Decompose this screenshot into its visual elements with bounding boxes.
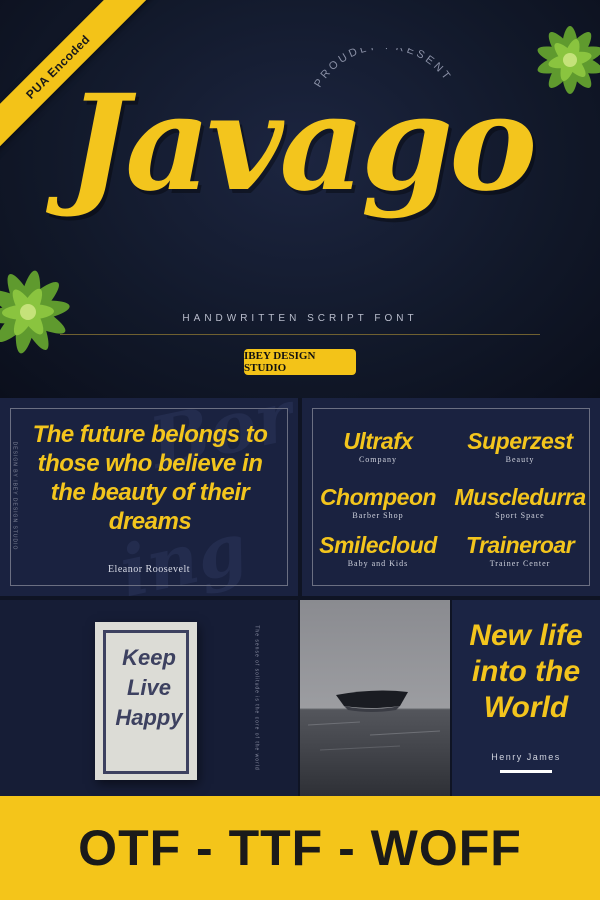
new-life-line: into the xyxy=(471,655,581,688)
new-life-line: New life xyxy=(469,619,583,652)
boat-photo-panel xyxy=(300,600,450,796)
logo-muscledurra: Muscledurra Sport Space xyxy=(450,484,590,520)
logo-name: Chompeon xyxy=(319,484,437,510)
poster-line: Keep xyxy=(122,645,176,670)
logo-chompeon: Chompeon Barber Shop xyxy=(308,484,448,520)
logo-smilecloud: Smilecloud Baby and Kids xyxy=(308,532,448,568)
new-life-line: World xyxy=(483,691,569,724)
poster-line: Live xyxy=(126,675,172,700)
hero-divider xyxy=(60,334,540,335)
poster-side-text: The sense of solitude is the core of the… xyxy=(253,625,260,771)
succulent-plant-left-icon xyxy=(0,270,70,354)
file-formats-banner: OTF - TTF - WOFF xyxy=(0,796,600,900)
poster-panel: Keep Live Happy The sense of solitude is… xyxy=(0,600,298,796)
logo-tagline: Baby and Kids xyxy=(347,559,409,568)
logo-superzest: Superzest Beauty xyxy=(450,428,590,464)
font-subtitle: HANDWRITTEN SCRIPT FONT xyxy=(182,313,418,324)
file-formats-text: OTF - TTF - WOFF xyxy=(78,820,522,876)
logo-tagline: Company xyxy=(358,455,398,464)
new-life-panel: New life into the World Henry James xyxy=(452,600,600,796)
logo-name: Superzest xyxy=(467,428,573,454)
quote-author: Eleanor Roosevelt xyxy=(107,564,191,575)
poster-border: Keep Live Happy xyxy=(103,630,189,774)
logo-name: Traineroar xyxy=(465,532,575,558)
quote-panel: Bor ing DESIGN BY IBEY DESIGN STUDIO The… xyxy=(0,398,298,596)
logo-ultrafx: Ultrafx Company xyxy=(308,428,448,464)
poster-lettering: Keep Live Happy xyxy=(106,643,192,733)
hero-section: PUA Encoded PROUDLY PRESENT Javago HANDW… xyxy=(0,0,600,398)
poster-paper: Keep Live Happy xyxy=(95,622,197,780)
logo-tagline: Beauty xyxy=(505,455,535,464)
font-title: Javago xyxy=(66,66,538,221)
logo-traineroar: Traineroar Trainer Center xyxy=(450,532,590,568)
quote-side-text: DESIGN BY IBEY DESIGN STUDIO xyxy=(11,441,18,551)
quote-text: The future belongs to those who believe … xyxy=(32,421,268,535)
boat-photo-image xyxy=(300,600,450,796)
new-life-underline xyxy=(500,770,552,773)
new-life-lettering: New life into the World xyxy=(452,618,600,726)
poster-line: Happy xyxy=(115,705,183,730)
logo-tagline: Barber Shop xyxy=(352,511,404,520)
logos-panel: Ultrafx Company Superzest Beauty Chompeo… xyxy=(302,398,600,596)
logo-tagline: Sport Space xyxy=(495,511,545,520)
logo-name: Muscledurra xyxy=(454,484,586,510)
studio-badge-button[interactable]: IBEY DESIGN STUDIO xyxy=(244,349,356,375)
logo-name: Smilecloud xyxy=(319,532,437,558)
logo-name: Ultrafx xyxy=(343,428,413,454)
studio-label: IBEY DESIGN STUDIO xyxy=(244,350,316,374)
javago-font-showcase: PUA Encoded PROUDLY PRESENT Javago HANDW… xyxy=(0,0,600,900)
logo-tagline: Trainer Center xyxy=(489,559,551,568)
new-life-author: Henry James xyxy=(491,752,561,762)
